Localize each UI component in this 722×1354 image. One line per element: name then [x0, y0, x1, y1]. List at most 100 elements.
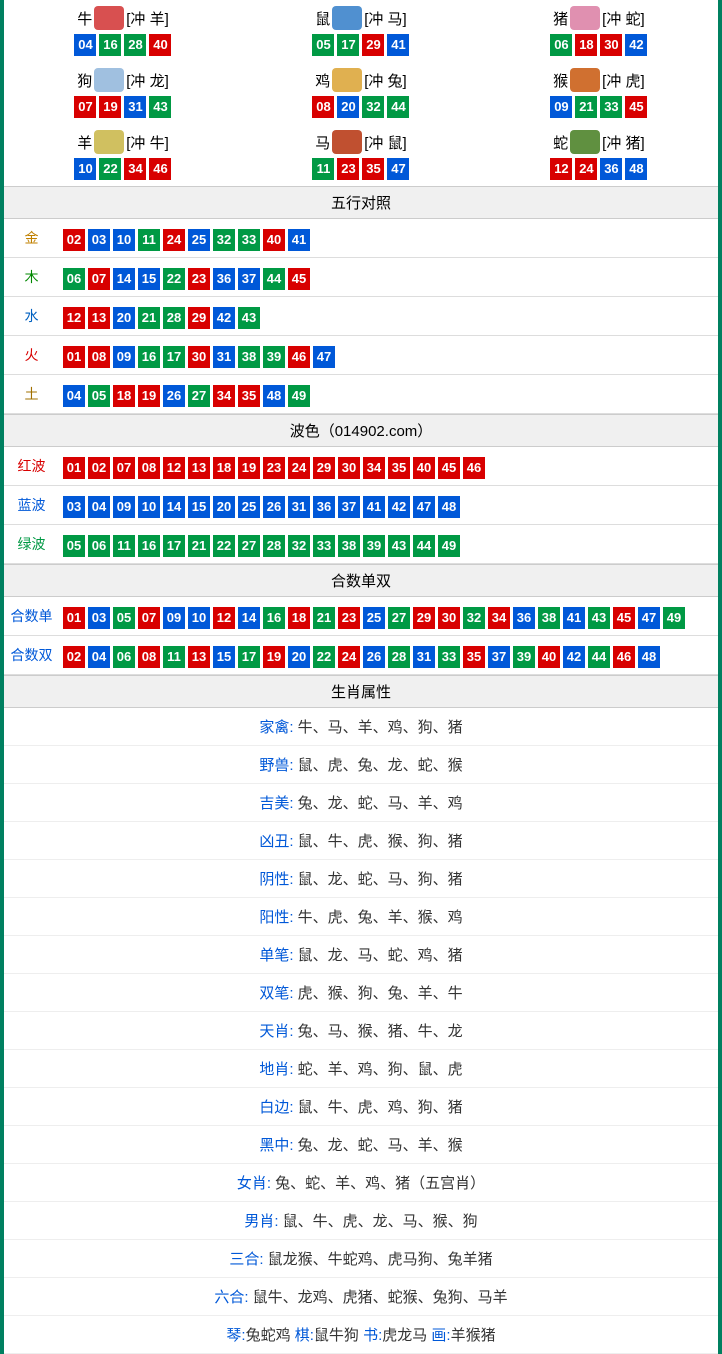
footer-value: 兔蛇鸡 — [246, 1327, 295, 1344]
zodiac-clash: [冲 马] — [364, 8, 407, 29]
number-box: 13 — [188, 646, 210, 668]
number-box: 20 — [113, 307, 135, 329]
number-row: 04051819262734354849 — [63, 385, 714, 407]
attr-key: 家禽: — [259, 719, 297, 736]
number-box: 21 — [313, 607, 335, 629]
number-box: 01 — [63, 607, 85, 629]
zodiac-cell-snake: 蛇[冲 猪]12243648 — [480, 124, 718, 186]
number-box: 02 — [63, 229, 85, 251]
zodiac-name: 鸡 — [315, 70, 330, 91]
attr-key: 凶丑: — [259, 833, 297, 850]
number-box: 45 — [625, 96, 647, 118]
number-box: 23 — [188, 268, 210, 290]
number-box: 48 — [438, 496, 460, 518]
number-box: 46 — [288, 346, 310, 368]
number-box: 10 — [113, 229, 135, 251]
wuxing-header: 五行对照 — [4, 186, 718, 219]
number-box: 35 — [388, 457, 410, 479]
attribute-row: 家禽: 牛、马、羊、鸡、狗、猪 — [4, 708, 718, 746]
number-box: 18 — [575, 34, 597, 56]
number-box: 06 — [550, 34, 572, 56]
attr-key: 阴性: — [259, 871, 297, 888]
attr-key: 白边: — [259, 1099, 297, 1116]
number-box: 40 — [538, 646, 560, 668]
number-box: 01 — [63, 346, 85, 368]
attribute-row: 凶丑: 鼠、牛、虎、猴、狗、猪 — [4, 822, 718, 860]
zodiac-title: 牛[冲 羊] — [4, 6, 242, 30]
zodiac-name: 蛇 — [553, 132, 568, 153]
number-box: 18 — [213, 457, 235, 479]
row-label: 火 — [4, 336, 59, 375]
row-numbers: 06071415222336374445 — [59, 258, 718, 297]
footer-key: 琴: — [226, 1327, 245, 1344]
number-box: 45 — [288, 268, 310, 290]
number-box: 38 — [238, 346, 260, 368]
number-box: 44 — [263, 268, 285, 290]
number-box: 28 — [263, 535, 285, 557]
zodiac-clash: [冲 猪] — [602, 132, 645, 153]
attr-key: 地肖: — [259, 1061, 297, 1078]
number-box: 36 — [600, 158, 622, 180]
page-wrap: 牛[冲 羊]04162840鼠[冲 马]05172941猪[冲 蛇]061830… — [0, 0, 722, 1354]
number-box: 36 — [513, 607, 535, 629]
zodiac-title: 狗[冲 龙] — [4, 68, 242, 92]
footer-value: 鼠牛狗 — [314, 1327, 363, 1344]
number-box: 45 — [613, 607, 635, 629]
number-box: 28 — [163, 307, 185, 329]
table-row: 绿波05061116172122272832333839434449 — [4, 525, 718, 564]
number-box: 10 — [188, 607, 210, 629]
attribute-row: 阳性: 牛、虎、兔、羊、猴、鸡 — [4, 898, 718, 936]
attribute-row: 男肖: 鼠、牛、虎、龙、马、猴、狗 — [4, 1202, 718, 1240]
number-box: 27 — [238, 535, 260, 557]
attr-key: 黑中: — [259, 1137, 297, 1154]
attr-key: 男肖: — [244, 1213, 282, 1230]
number-box: 42 — [388, 496, 410, 518]
number-box: 11 — [138, 229, 160, 251]
zodiac-clash: [冲 龙] — [126, 70, 169, 91]
attribute-row: 双笔: 虎、猴、狗、兔、羊、牛 — [4, 974, 718, 1012]
attribute-row: 吉美: 兔、龙、蛇、马、羊、鸡 — [4, 784, 718, 822]
row-label: 合数单 — [4, 597, 59, 636]
number-box: 21 — [138, 307, 160, 329]
number-box: 48 — [263, 385, 285, 407]
number-box: 04 — [88, 646, 110, 668]
attr-value: 鼠、牛、虎、鸡、狗、猪 — [298, 1099, 463, 1116]
number-box: 24 — [288, 457, 310, 479]
number-box: 06 — [88, 535, 110, 557]
pig-icon — [570, 6, 600, 30]
zodiac-clash: [冲 牛] — [126, 132, 169, 153]
attr-value: 兔、蛇、羊、鸡、猪（五宫肖） — [275, 1175, 485, 1192]
number-box: 31 — [124, 96, 146, 118]
number-box: 09 — [550, 96, 572, 118]
attribute-row: 白边: 鼠、牛、虎、鸡、狗、猪 — [4, 1088, 718, 1126]
number-row: 02031011242532334041 — [63, 229, 714, 251]
number-box: 40 — [263, 229, 285, 251]
number-box: 31 — [213, 346, 235, 368]
attribute-row: 单笔: 鼠、龙、马、蛇、鸡、猪 — [4, 936, 718, 974]
row-numbers: 0108091617303138394647 — [59, 336, 718, 375]
number-row: 1213202128294243 — [63, 307, 714, 329]
number-box: 28 — [124, 34, 146, 56]
number-box: 07 — [88, 268, 110, 290]
number-box: 31 — [288, 496, 310, 518]
number-row: 11233547 — [242, 158, 480, 180]
shengxiao-header: 生肖属性 — [4, 675, 718, 708]
number-box: 16 — [138, 346, 160, 368]
row-label: 木 — [4, 258, 59, 297]
number-box: 29 — [413, 607, 435, 629]
number-row: 05172941 — [242, 34, 480, 56]
number-box: 11 — [113, 535, 135, 557]
number-box: 04 — [74, 34, 96, 56]
number-box: 05 — [88, 385, 110, 407]
number-box: 21 — [188, 535, 210, 557]
number-box: 22 — [99, 158, 121, 180]
attr-key: 野兽: — [259, 757, 297, 774]
zodiac-cell-ox: 牛[冲 羊]04162840 — [4, 0, 242, 62]
table-row: 土04051819262734354849 — [4, 375, 718, 414]
number-box: 16 — [138, 535, 160, 557]
zodiac-name: 羊 — [77, 132, 92, 153]
zodiac-title: 马[冲 鼠] — [242, 130, 480, 154]
number-box: 32 — [213, 229, 235, 251]
number-box: 14 — [113, 268, 135, 290]
number-box: 26 — [163, 385, 185, 407]
